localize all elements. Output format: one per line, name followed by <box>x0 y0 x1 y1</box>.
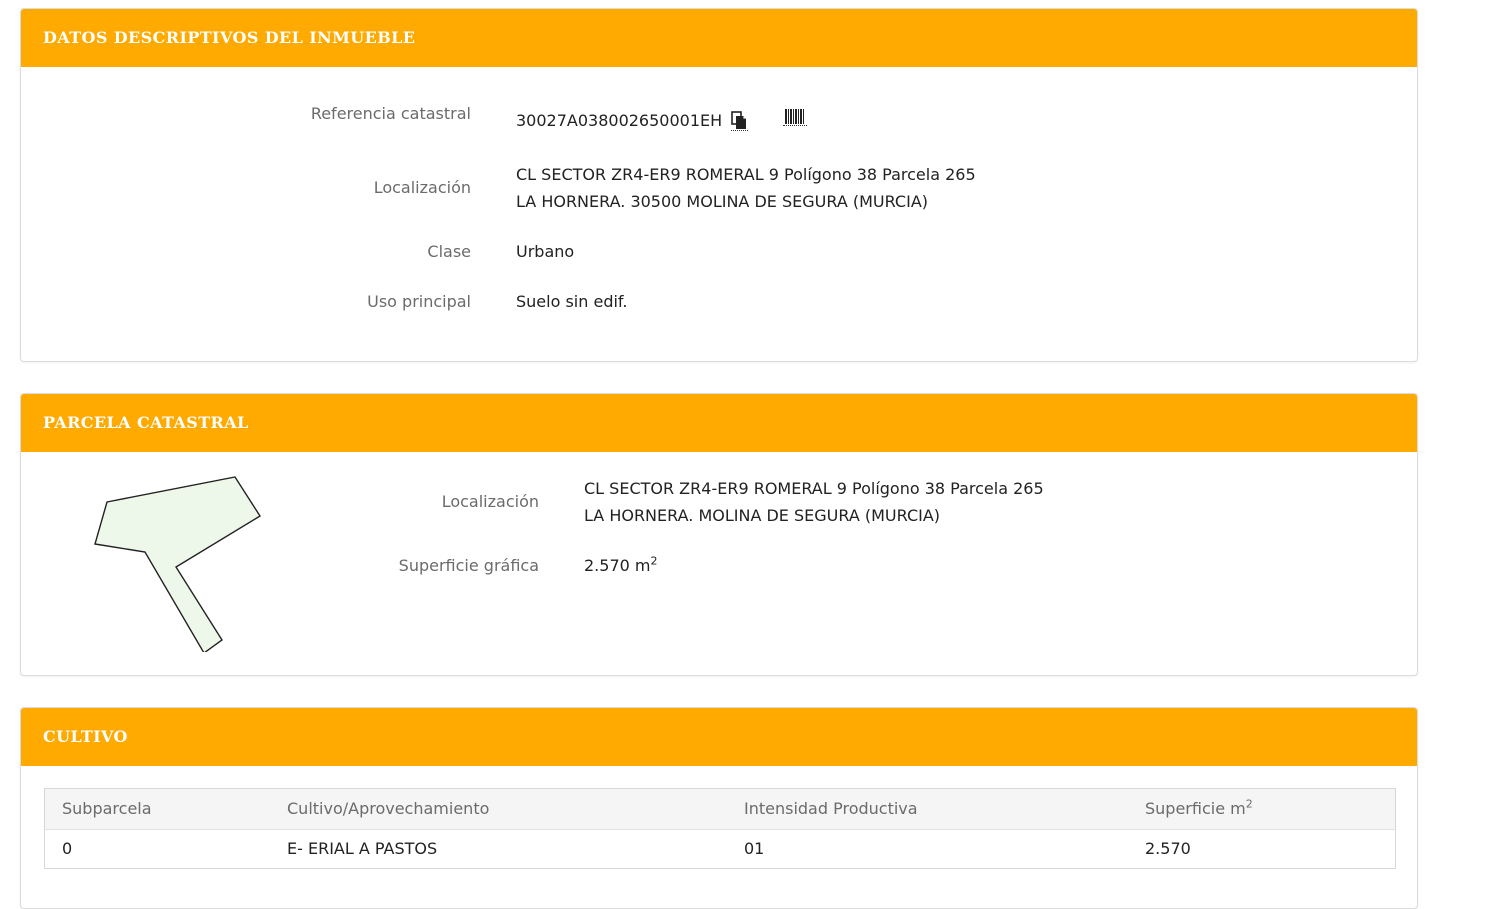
column-header-area-exponent: 2 <box>1245 797 1253 811</box>
cultivation-table: Subparcela Cultivo/Aprovechamiento Inten… <box>45 789 1395 868</box>
copy-icon[interactable] <box>731 111 749 131</box>
cell-area: 2.570 <box>1145 839 1191 859</box>
location-value: CL SECTOR ZR4-ER9 ROMERAL 9 Polígono 38 … <box>516 161 976 215</box>
cell-subparcel: 0 <box>62 839 73 859</box>
location-label: Localización <box>373 178 471 197</box>
cell-crop: E- ERIAL A PASTOS <box>287 839 438 859</box>
main-use-label: Uso principal <box>367 292 471 311</box>
parcel-polygon <box>94 476 261 652</box>
cadastral-parcel-panel: PARCELA CATASTRAL Localización CL SECTOR… <box>20 393 1418 676</box>
column-header-intensity: Intensidad Productiva <box>727 789 1128 830</box>
cadastral-reference-label: Referencia catastral <box>310 104 471 123</box>
cadastral-reference-value-row: 30027A038002650001EH <box>516 107 808 134</box>
cadastral-reference-value: 30027A038002650001EH <box>516 111 723 130</box>
descriptive-data-panel: DATOS DESCRIPTIVOS DEL INMUEBLE Referenc… <box>20 8 1418 362</box>
table-header-row: Subparcela Cultivo/Aprovechamiento Inten… <box>45 789 1395 830</box>
cultivation-panel: CULTIVO Subparcela Cultivo/Aprovechamien… <box>20 707 1418 909</box>
parcel-location-line-2: LA HORNERA. MOLINA DE SEGURA (MURCIA) <box>584 506 941 525</box>
main-use-value: Suelo sin edif. <box>516 292 628 311</box>
table-row: 0 E- ERIAL A PASTOS 01 2.570 <box>45 829 1395 868</box>
parcel-location-value: CL SECTOR ZR4-ER9 ROMERAL 9 Polígono 38 … <box>584 475 1044 529</box>
graphic-area-exponent: 2 <box>650 554 658 568</box>
parcel-location-label: Localización <box>441 492 539 511</box>
cultivation-table-container: Subparcela Cultivo/Aprovechamiento Inten… <box>44 788 1396 869</box>
barcode-icon[interactable] <box>783 107 808 126</box>
cultivation-header: CULTIVO <box>21 708 1417 766</box>
column-header-area-text: Superficie m <box>1145 799 1246 819</box>
column-header-subparcel: Subparcela <box>45 789 270 830</box>
cadastral-parcel-header: PARCELA CATASTRAL <box>21 394 1417 452</box>
class-label: Clase <box>427 242 471 261</box>
class-value: Urbano <box>516 242 575 261</box>
parcel-shape-image[interactable] <box>81 462 261 652</box>
graphic-area-value: 2.570 m2 <box>584 552 657 579</box>
cell-intensity: 01 <box>744 839 765 859</box>
parcel-location-line-1: CL SECTOR ZR4-ER9 ROMERAL 9 Polígono 38 … <box>584 479 1044 498</box>
column-header-area: Superficie m2 <box>1128 789 1395 830</box>
graphic-area-label: Superficie gráfica <box>398 556 539 575</box>
descriptive-data-header: DATOS DESCRIPTIVOS DEL INMUEBLE <box>21 9 1417 67</box>
column-header-crop: Cultivo/Aprovechamiento <box>270 789 727 830</box>
location-line-2: LA HORNERA. 30500 MOLINA DE SEGURA (MURC… <box>516 192 928 211</box>
location-line-1: CL SECTOR ZR4-ER9 ROMERAL 9 Polígono 38 … <box>516 165 976 184</box>
graphic-area-number: 2.570 m <box>584 556 651 575</box>
